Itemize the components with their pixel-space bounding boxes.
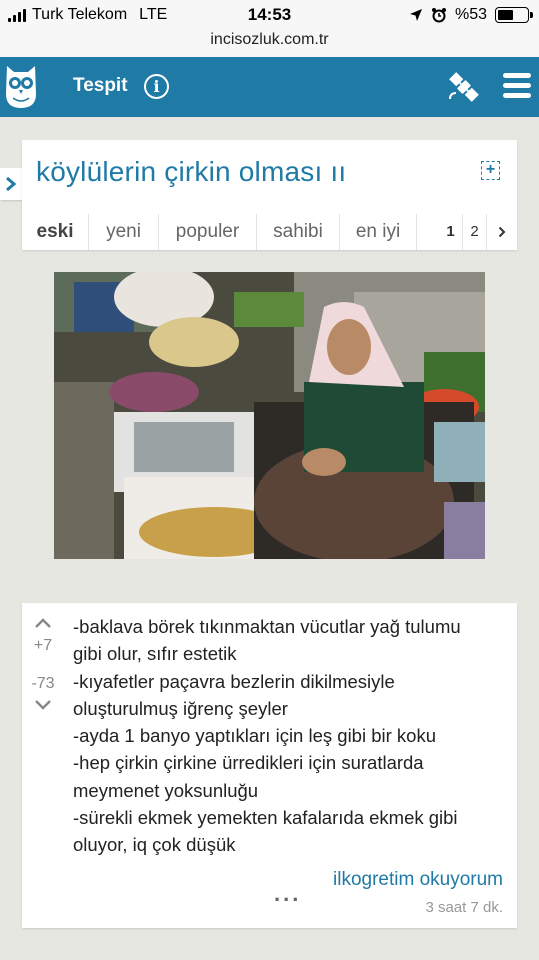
topic-card: köylülerin çirkin olması ıı + eski yeni …	[22, 140, 517, 250]
tab-populer[interactable]: populer	[159, 214, 257, 250]
entry-line: gibi olur, sıfır estetik	[73, 643, 237, 665]
entry-photo[interactable]	[54, 272, 485, 559]
entry-line: -baklava börek tıkınmaktan vücutlar yağ …	[73, 616, 461, 637]
entry-line: meymenet yoksunluğu	[73, 779, 259, 801]
entry-author[interactable]: ilkogretim okuyorum	[333, 869, 503, 891]
pagination: 1 2	[439, 214, 517, 250]
entry-card: +7 -73 -baklava börek tıkınmaktan vücutl…	[22, 603, 517, 928]
sidebar-toggle[interactable]	[0, 168, 22, 200]
owl-logo-icon[interactable]	[4, 64, 38, 108]
entry-line: -sürekli ekmek yemekten kafalarıda ekmek…	[73, 807, 458, 829]
page-1[interactable]: 1	[439, 214, 463, 250]
satellite-icon[interactable]	[446, 69, 482, 105]
downvote-chevron-icon[interactable]	[34, 699, 52, 711]
entry-line: -kıyafetler paçavra bezlerin dikilmesiyl…	[73, 670, 395, 692]
entry-timestamp[interactable]: 3 saat 7 dk.	[425, 899, 503, 916]
entry-line: -hep çirkin çirkine ürredikleri için sur…	[73, 752, 424, 774]
entry-line: oluyor, iq çok düşük	[73, 834, 236, 856]
tab-eski[interactable]: eski	[22, 214, 89, 250]
site-header: Tespit i	[0, 57, 539, 117]
battery-icon	[495, 7, 533, 23]
downvote-count: -73	[31, 675, 55, 692]
tab-en-iyi[interactable]: en iyi	[340, 214, 417, 250]
section-title[interactable]: Tespit	[73, 75, 128, 97]
more-options-icon[interactable]: ...	[274, 881, 301, 907]
url-bar[interactable]: incisozluk.com.tr	[0, 30, 539, 57]
chevron-right-icon	[6, 176, 17, 192]
entry-line: -ayda 1 banyo yaptıkları için leş gibi b…	[73, 725, 436, 747]
tab-yeni[interactable]: yeni	[89, 214, 159, 250]
tab-sahibi[interactable]: sahibi	[257, 214, 340, 250]
hamburger-menu-icon[interactable]	[503, 73, 531, 99]
status-bar: Turk Telekom LTE 14:53 %53	[0, 0, 539, 30]
next-page-button[interactable]	[487, 214, 517, 250]
alarm-icon	[431, 8, 446, 23]
upvote-count: +7	[33, 637, 53, 654]
info-icon[interactable]: i	[144, 74, 169, 99]
upvote-chevron-icon[interactable]	[34, 617, 52, 629]
location-icon	[409, 9, 422, 21]
sort-tabs: eski yeni populer sahibi en iyi 1 2	[22, 214, 517, 250]
entry-body: -baklava börek tıkınmaktan vücutlar yağ …	[73, 613, 508, 859]
chevron-right-icon	[498, 226, 506, 238]
battery-percent: %53	[454, 6, 487, 23]
topic-title[interactable]: köylülerin çirkin olması ıı	[36, 156, 346, 188]
entry-line: oluşturulmuş iğrenç şeyler	[73, 697, 288, 719]
page-2[interactable]: 2	[463, 214, 487, 250]
expand-plus-icon[interactable]: +	[481, 161, 500, 180]
